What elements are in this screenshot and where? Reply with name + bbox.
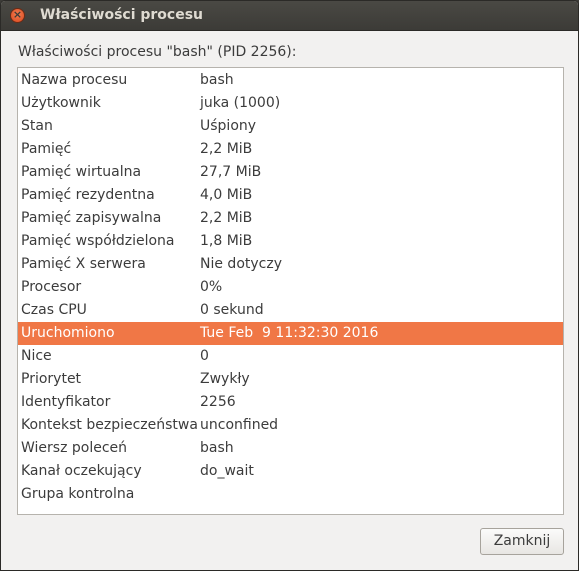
property-row[interactable]: Użytkownik juka (1000) <box>18 92 563 115</box>
property-row[interactable]: Pamięć wirtualna 27,7 MiB <box>18 161 563 184</box>
property-row[interactable]: Pamięć rezydentna 4,0 MiB <box>18 184 563 207</box>
property-value: unconfined <box>200 417 279 433</box>
property-value: 2256 <box>200 394 236 410</box>
property-key: Pamięć zapisywalna <box>21 210 162 226</box>
property-value: bash <box>200 440 234 456</box>
property-key: Priorytet <box>21 371 82 387</box>
property-row[interactable]: Uruchomiono Tue Feb 9 11:32:30 2016 <box>18 322 563 345</box>
window-title: Właściwości procesu <box>40 7 204 23</box>
property-value: 2,2 MiB <box>200 210 253 226</box>
property-key: Użytkownik <box>21 95 101 111</box>
property-value: bash <box>200 72 234 88</box>
property-key: Stan <box>21 118 53 134</box>
property-key: Grupa kontrolna <box>21 486 135 502</box>
property-value: 1,8 MiB <box>200 233 253 249</box>
property-row[interactable]: Pamięć X serwera Nie dotyczy <box>18 253 563 276</box>
properties-list[interactable]: Nazwa procesu bash Użytkownik juka (1000) St… <box>17 67 564 515</box>
property-row[interactable]: Nice 0 <box>18 345 563 368</box>
close-button[interactable]: Zamknij <box>480 528 564 555</box>
property-value: Zwykły <box>200 371 250 387</box>
property-row[interactable]: Wiersz poleceń bash <box>18 437 563 460</box>
property-row[interactable]: Nazwa procesu bash <box>18 69 563 92</box>
property-key: Procesor <box>21 279 82 295</box>
property-value: Uśpiony <box>200 118 257 134</box>
property-key: Kontekst bezpieczeństwa <box>21 417 198 433</box>
property-row[interactable]: Czas CPU 0 sekund <box>18 299 563 322</box>
property-value: 0% <box>200 279 223 295</box>
property-key: Uruchomiono <box>21 325 115 341</box>
property-row[interactable]: Pamięć współdzielona 1,8 MiB <box>18 230 563 253</box>
property-key: Wiersz poleceń <box>21 440 128 456</box>
property-row[interactable]: Procesor 0% <box>18 276 563 299</box>
property-row[interactable]: Grupa kontrolna <box>18 483 563 506</box>
property-key: Pamięć rezydentna <box>21 187 155 203</box>
property-row[interactable]: Pamięć 2,2 MiB <box>18 138 563 161</box>
property-value: juka (1000) <box>200 95 281 111</box>
property-row[interactable]: Identyfikator 2256 <box>18 391 563 414</box>
property-row[interactable]: Stan Uśpiony <box>18 115 563 138</box>
property-value: Tue Feb 9 11:32:30 2016 <box>200 325 379 341</box>
titlebar: × Właściwości procesu <box>1 1 578 31</box>
property-row[interactable]: Kontekst bezpieczeństwa unconfined <box>18 414 563 437</box>
property-row[interactable]: Kanał oczekujący do_wait <box>18 460 563 483</box>
property-key: Czas CPU <box>21 302 87 318</box>
property-row[interactable]: Pamięć zapisywalna 2,2 MiB <box>18 207 563 230</box>
process-properties-window: × Właściwości procesu Właściwości proces… <box>0 0 579 571</box>
property-key: Pamięć <box>21 141 72 157</box>
property-key: Pamięć X serwera <box>21 256 146 272</box>
property-key: Pamięć wirtualna <box>21 164 142 180</box>
property-value: 2,2 MiB <box>200 141 253 157</box>
property-key: Identyfikator <box>21 394 111 410</box>
property-value: 0 <box>200 348 209 364</box>
property-value: 27,7 MiB <box>200 164 262 180</box>
property-key: Kanał oczekujący <box>21 463 142 479</box>
properties-heading: Właściwości procesu "bash" (PID 2256): <box>18 44 297 60</box>
property-key: Nazwa procesu <box>21 72 128 88</box>
property-value: do_wait <box>200 463 254 479</box>
property-key: Nice <box>21 348 52 364</box>
property-key: Pamięć współdzielona <box>21 233 175 249</box>
property-value: 4,0 MiB <box>200 187 253 203</box>
property-row[interactable]: Priorytet Zwykły <box>18 368 563 391</box>
property-value: Nie dotyczy <box>200 256 282 272</box>
property-value: 0 sekund <box>200 302 264 318</box>
close-icon[interactable]: × <box>10 8 25 23</box>
